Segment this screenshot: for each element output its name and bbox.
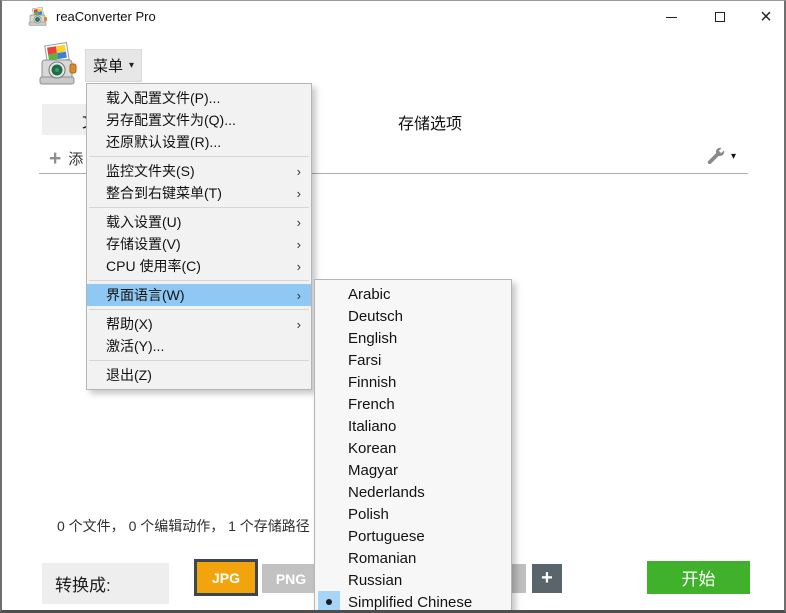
app-window: reaConverter Pro × 菜单 ▾ 文 存储选项 + 添 ▾ — [0, 0, 786, 613]
close-icon: × — [760, 6, 772, 29]
chevron-down-icon: ▾ — [731, 151, 736, 162]
language-item-simplified-chinese[interactable]: Simplified Chinese — [315, 591, 511, 613]
plus-icon: + — [541, 567, 553, 590]
menu-item-load-config[interactable]: 载入配置文件(P)... — [87, 87, 311, 109]
add-format-button[interactable]: + — [532, 564, 562, 593]
convert-to-label: 转换成: — [42, 563, 169, 604]
tab-storage-options[interactable]: 存储选项 — [398, 110, 462, 134]
menu-item-save-settings[interactable]: 存储设置(V)› — [87, 233, 311, 255]
submenu-arrow-icon: › — [297, 259, 301, 274]
submenu-arrow-icon: › — [297, 186, 301, 201]
language-item-farsi[interactable]: Farsi — [315, 349, 511, 371]
menu-item-exit[interactable]: 退出(Z) — [87, 364, 311, 386]
tab-storage-options-label: 存储选项 — [398, 116, 462, 133]
main-menu-popup: 载入配置文件(P)... 另存配置文件为(Q)... 还原默认设置(R)... … — [86, 83, 312, 390]
menu-item-context-menu-integration[interactable]: 整合到右键菜单(T)› — [87, 182, 311, 204]
plus-icon: + — [49, 150, 61, 168]
menu-item-activate[interactable]: 激活(Y)... — [87, 335, 311, 357]
language-item-romanian[interactable]: Romanian — [315, 547, 511, 569]
submenu-arrow-icon: › — [297, 317, 301, 332]
chevron-down-icon: ▾ — [129, 60, 134, 71]
language-item-polish[interactable]: Polish — [315, 503, 511, 525]
app-icon — [28, 7, 48, 27]
settings-dropdown-button[interactable]: ▾ — [704, 145, 736, 167]
menu-item-restore-defaults[interactable]: 还原默认设置(R)... — [87, 131, 311, 153]
language-item-finnish[interactable]: Finnish — [315, 371, 511, 393]
language-item-magyar[interactable]: Magyar — [315, 459, 511, 481]
minimize-button[interactable] — [652, 1, 690, 33]
language-item-english[interactable]: English — [315, 327, 511, 349]
menu-separator — [89, 360, 309, 361]
minimize-icon — [666, 17, 677, 18]
language-item-french[interactable]: French — [315, 393, 511, 415]
title-bar: reaConverter Pro × — [2, 1, 784, 33]
radio-dot-icon — [326, 599, 332, 605]
language-item-arabic[interactable]: Arabic — [315, 283, 511, 305]
language-item-italiano[interactable]: Italiano — [315, 415, 511, 437]
wrench-icon — [704, 145, 726, 167]
menu-separator — [89, 207, 309, 208]
maximize-button[interactable] — [701, 1, 739, 33]
menu-item-cpu-usage[interactable]: CPU 使用率(C)› — [87, 255, 311, 277]
add-files-button[interactable]: + 添 — [49, 148, 83, 169]
menu-button-label: 菜单 — [93, 55, 123, 76]
language-item-nederlands[interactable]: Nederlands — [315, 481, 511, 503]
app-logo-icon — [38, 42, 78, 88]
start-button[interactable]: 开始 — [647, 561, 750, 594]
menu-separator — [89, 156, 309, 157]
selected-language-marker — [318, 591, 340, 613]
language-item-deutsch[interactable]: Deutsch — [315, 305, 511, 327]
menu-separator — [89, 309, 309, 310]
menu-separator — [89, 280, 309, 281]
format-button-jpg[interactable]: JPG — [194, 559, 258, 596]
submenu-arrow-icon: › — [297, 215, 301, 230]
format-button-png[interactable]: PNG — [262, 564, 320, 593]
submenu-arrow-icon: › — [297, 288, 301, 303]
submenu-arrow-icon: › — [297, 164, 301, 179]
add-files-label: 添 — [68, 148, 83, 169]
submenu-arrow-icon: › — [297, 237, 301, 252]
menu-item-help[interactable]: 帮助(X)› — [87, 313, 311, 335]
language-submenu-popup: Arabic Deutsch English Farsi Finnish Fre… — [314, 279, 512, 613]
close-button[interactable]: × — [747, 1, 785, 33]
menu-item-save-config-as[interactable]: 另存配置文件为(Q)... — [87, 109, 311, 131]
status-summary: 0 个文件， 0 个编辑动作， 1 个存储路径 — [57, 516, 310, 536]
language-item-russian[interactable]: Russian — [315, 569, 511, 591]
menu-item-load-settings[interactable]: 载入设置(U)› — [87, 211, 311, 233]
language-item-korean[interactable]: Korean — [315, 437, 511, 459]
language-item-portuguese[interactable]: Portuguese — [315, 525, 511, 547]
menu-item-watch-folders[interactable]: 监控文件夹(S)› — [87, 160, 311, 182]
menu-item-interface-language[interactable]: 界面语言(W)› — [87, 284, 311, 306]
window-title: reaConverter Pro — [56, 9, 156, 24]
maximize-icon — [715, 12, 725, 22]
menu-button[interactable]: 菜单 ▾ — [85, 49, 142, 82]
